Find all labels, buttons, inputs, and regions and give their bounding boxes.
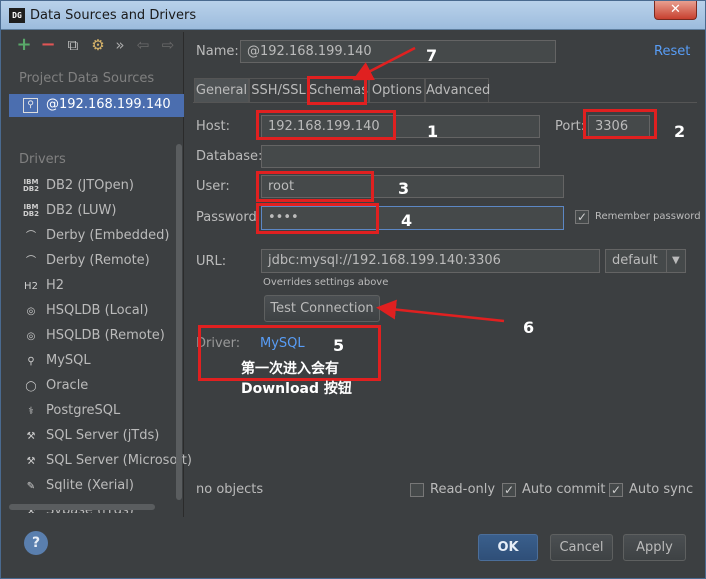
arrow-to-schemas-tab — [352, 46, 416, 81]
dialog-window: DG Data Sources and Drivers ✕ + − ⧉ ⚙ » … — [0, 0, 706, 579]
annotation-arrows — [352, 46, 505, 323]
arrow-to-test-connection — [376, 299, 505, 323]
